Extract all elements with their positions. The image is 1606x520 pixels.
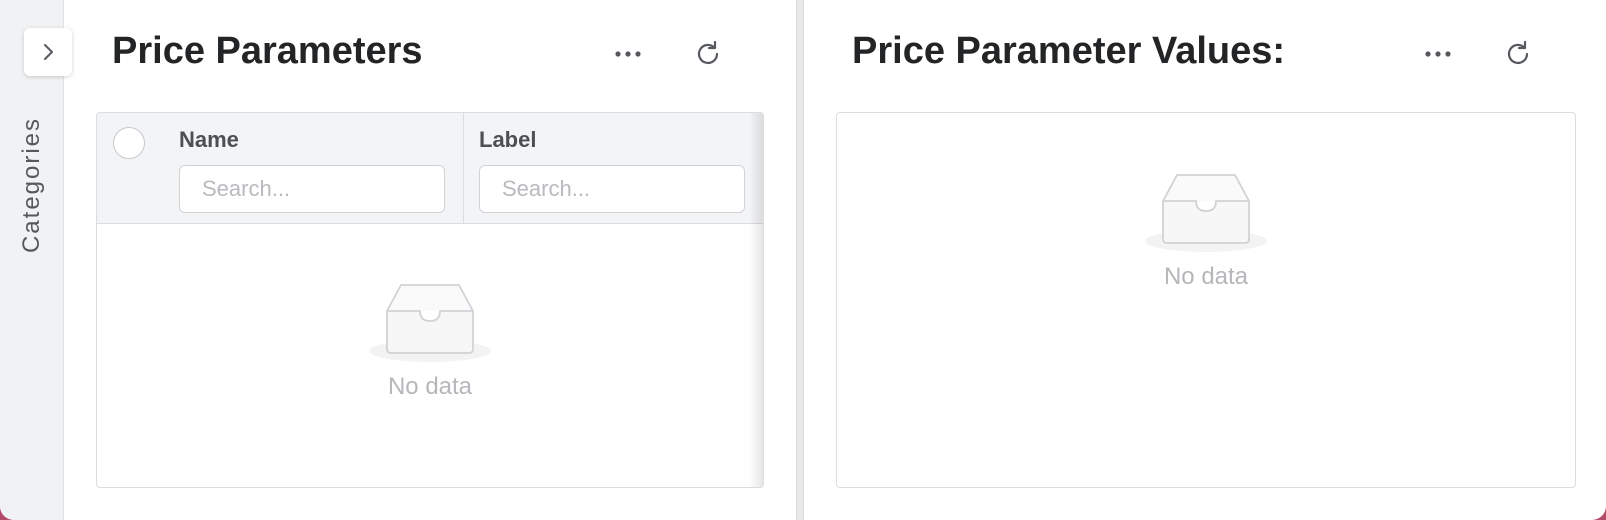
page-title: Price Parameters [112, 30, 423, 72]
app-window: Categories Price Parameters Name Lab [0, 0, 1606, 520]
table-header: Name Label [97, 113, 763, 224]
more-options-button[interactable] [1418, 34, 1458, 74]
empty-state: No data [837, 173, 1575, 291]
label-search-input[interactable] [479, 165, 745, 213]
ellipsis-icon [615, 51, 641, 57]
refresh-icon [697, 40, 719, 64]
price-parameter-values-box: No data [836, 112, 1576, 488]
sidebar-label[interactable]: Categories [18, 117, 46, 253]
price-parameters-table: Name Label No data [96, 112, 764, 488]
panel-title: Price Parameter Values: [852, 30, 1286, 72]
refresh-button[interactable] [1498, 34, 1538, 74]
chevron-right-icon [44, 44, 53, 60]
column-header-name[interactable]: Name [179, 127, 239, 153]
refresh-icon [1507, 40, 1529, 64]
ellipsis-icon [1425, 51, 1451, 57]
empty-inbox-icon [369, 284, 491, 362]
empty-state: No data [97, 283, 763, 401]
refresh-button[interactable] [688, 34, 728, 74]
panel-resize-handle[interactable] [796, 0, 804, 520]
empty-message: No data [1163, 263, 1249, 290]
categories-sidebar: Categories [0, 0, 72, 520]
price-parameters-panel: Price Parameters Name Label [64, 0, 796, 520]
empty-inbox-icon [1145, 174, 1267, 252]
name-search-input[interactable] [179, 165, 445, 213]
select-all-checkbox[interactable] [113, 127, 145, 159]
column-divider[interactable] [463, 113, 464, 224]
more-options-button[interactable] [608, 34, 648, 74]
column-header-label[interactable]: Label [479, 127, 536, 153]
price-parameter-values-panel: Price Parameter Values: No data [804, 0, 1606, 520]
empty-message: No data [387, 373, 473, 400]
